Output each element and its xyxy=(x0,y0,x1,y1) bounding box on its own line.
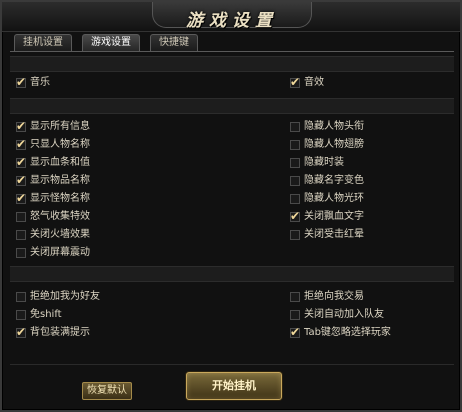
option-checkbox[interactable]: ✔ xyxy=(16,155,27,169)
option-checkbox[interactable] xyxy=(290,230,300,240)
game-settings-window: 游戏设置 挂机设置 游戏设置 快捷键 ✔ 音乐 ✔ 音效 ✔ 显示所有信息 ✔ 只显人… xyxy=(0,0,462,412)
option-checkbox[interactable] xyxy=(16,310,26,320)
option-checkbox[interactable]: ✔ xyxy=(16,119,27,133)
option-checkbox[interactable]: ✔ xyxy=(16,191,27,205)
start-idle-button[interactable]: 开始挂机 xyxy=(186,372,282,400)
music-checkbox[interactable]: ✔ xyxy=(16,75,27,89)
tab-game-settings[interactable]: 游戏设置 xyxy=(82,34,140,51)
option-label: 免shift xyxy=(30,309,62,320)
option-label: Tab键忽略选择玩家 xyxy=(304,327,391,338)
option-label: 显示物品名称 xyxy=(30,175,90,186)
option-label: 显示所有信息 xyxy=(30,121,90,132)
option-label: 背包装满提示 xyxy=(30,327,90,338)
tab-idle-settings[interactable]: 挂机设置 xyxy=(14,34,72,51)
option-label: 隐藏人物头衔 xyxy=(304,121,364,132)
check-icon: ✔ xyxy=(16,191,27,205)
check-icon: ✔ xyxy=(16,173,27,187)
tab-bar: 挂机设置 游戏设置 快捷键 xyxy=(10,34,454,52)
option-label: 隐藏名字变色 xyxy=(304,175,364,186)
option-label: 关闭屏幕震动 xyxy=(30,247,90,258)
option-label: 隐藏人物翅膀 xyxy=(304,139,364,150)
option-label: 拒绝向我交易 xyxy=(304,291,364,302)
option-label: 拒绝加我为好友 xyxy=(30,291,100,302)
option-label: 关闭飘血文字 xyxy=(304,211,364,222)
option-checkbox[interactable]: ✔ xyxy=(290,325,301,339)
option-label: 关闭受击红晕 xyxy=(304,229,364,240)
option-checkbox[interactable] xyxy=(16,292,26,302)
reset-defaults-button[interactable]: 恢复默认 xyxy=(82,382,132,400)
option-checkbox[interactable] xyxy=(16,212,26,222)
check-icon: ✔ xyxy=(16,155,27,169)
option-label: 关闭自动加入队友 xyxy=(304,309,384,320)
option-checkbox[interactable]: ✔ xyxy=(16,173,27,187)
option-label: 隐藏时装 xyxy=(304,157,344,168)
option-checkbox[interactable]: ✔ xyxy=(16,137,27,151)
title-bar: 游戏设置 xyxy=(2,2,460,32)
check-icon: ✔ xyxy=(290,75,301,89)
check-icon: ✔ xyxy=(290,209,301,223)
section-divider-social xyxy=(10,266,454,282)
option-checkbox[interactable] xyxy=(290,194,300,204)
option-checkbox[interactable] xyxy=(16,230,26,240)
option-label: 隐藏人物光环 xyxy=(304,193,364,204)
effects-checkbox[interactable]: ✔ xyxy=(290,75,301,89)
option-checkbox[interactable] xyxy=(290,176,300,186)
option-checkbox[interactable] xyxy=(290,310,300,320)
option-checkbox[interactable]: ✔ xyxy=(16,325,27,339)
section-divider-top xyxy=(10,56,454,72)
check-icon: ✔ xyxy=(16,119,27,133)
option-checkbox[interactable] xyxy=(290,158,300,168)
option-label: 关闭火墙效果 xyxy=(30,229,90,240)
tab-hotkeys[interactable]: 快捷键 xyxy=(150,34,198,51)
option-checkbox[interactable] xyxy=(290,140,300,150)
window-title: 游戏设置 xyxy=(186,11,278,31)
option-label: 显示血条和值 xyxy=(30,157,90,168)
check-icon: ✔ xyxy=(16,325,27,339)
option-label: 只显人物名称 xyxy=(30,139,90,150)
section-divider-display xyxy=(10,98,454,114)
option-checkbox[interactable] xyxy=(290,122,300,132)
option-label: 显示怪物名称 xyxy=(30,193,90,204)
option-checkbox[interactable] xyxy=(290,292,300,302)
check-icon: ✔ xyxy=(290,325,301,339)
check-icon: ✔ xyxy=(16,137,27,151)
option-checkbox[interactable] xyxy=(16,248,26,258)
option-label: 怒气收集特效 xyxy=(30,211,90,222)
option-checkbox[interactable]: ✔ xyxy=(290,209,301,223)
check-icon: ✔ xyxy=(16,75,27,89)
